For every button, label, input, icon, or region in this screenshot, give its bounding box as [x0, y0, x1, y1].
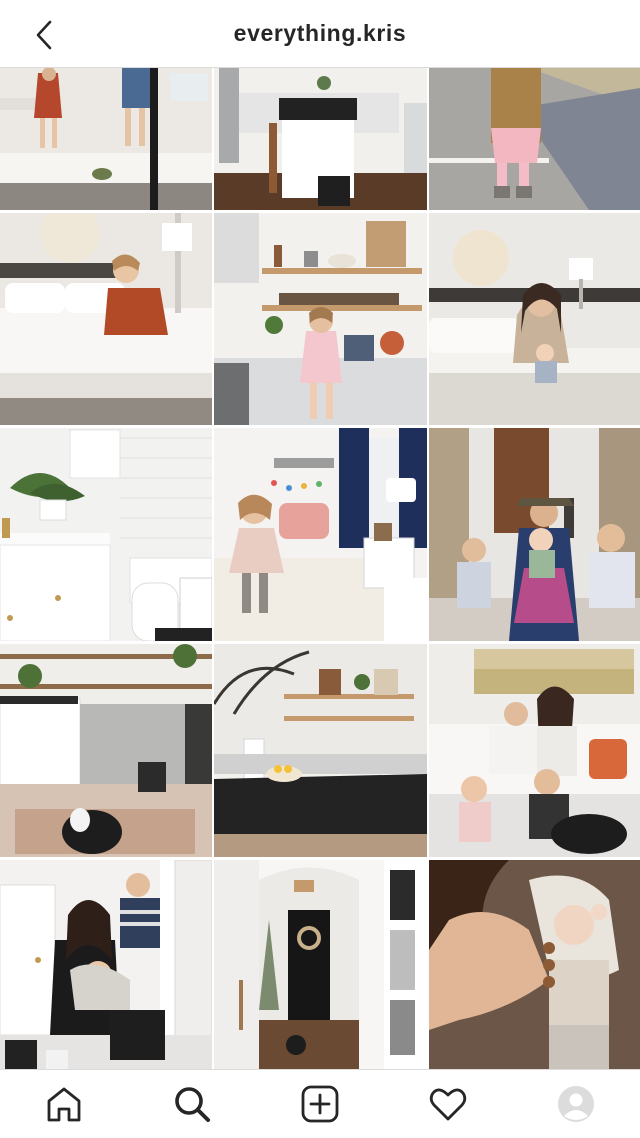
- home-icon: [47, 1087, 81, 1122]
- search-icon: [175, 1087, 210, 1122]
- post-thumbnail[interactable]: [0, 68, 212, 210]
- post-thumbnail[interactable]: [214, 68, 427, 210]
- tab-home[interactable]: [32, 1072, 96, 1136]
- avatar-icon: [558, 1086, 594, 1122]
- profile-header: everything.kris: [0, 0, 640, 68]
- post-thumbnail[interactable]: [0, 644, 212, 857]
- chevron-left-icon: [36, 20, 52, 50]
- plus-square-icon: [301, 1085, 339, 1123]
- post-thumbnail[interactable]: [214, 213, 427, 425]
- bottom-tab-bar: [0, 1069, 640, 1138]
- post-thumbnail[interactable]: [0, 213, 212, 425]
- tab-search[interactable]: [160, 1072, 224, 1136]
- post-thumbnail[interactable]: [429, 68, 640, 210]
- post-grid: [0, 68, 640, 1069]
- post-thumbnail[interactable]: [429, 213, 640, 425]
- post-thumbnail[interactable]: [429, 428, 640, 641]
- tab-profile[interactable]: [544, 1072, 608, 1136]
- back-button[interactable]: [26, 17, 62, 53]
- tab-activity[interactable]: [416, 1072, 480, 1136]
- post-thumbnail[interactable]: [214, 644, 427, 857]
- post-thumbnail[interactable]: [0, 428, 212, 641]
- post-thumbnail[interactable]: [214, 860, 427, 1069]
- post-thumbnail[interactable]: [0, 860, 212, 1069]
- post-thumbnail[interactable]: [214, 428, 427, 641]
- tab-new-post[interactable]: [288, 1072, 352, 1136]
- heart-icon: [429, 1088, 467, 1121]
- post-thumbnail[interactable]: [429, 644, 640, 857]
- page-title: everything.kris: [233, 20, 407, 46]
- post-thumbnail[interactable]: [429, 860, 640, 1069]
